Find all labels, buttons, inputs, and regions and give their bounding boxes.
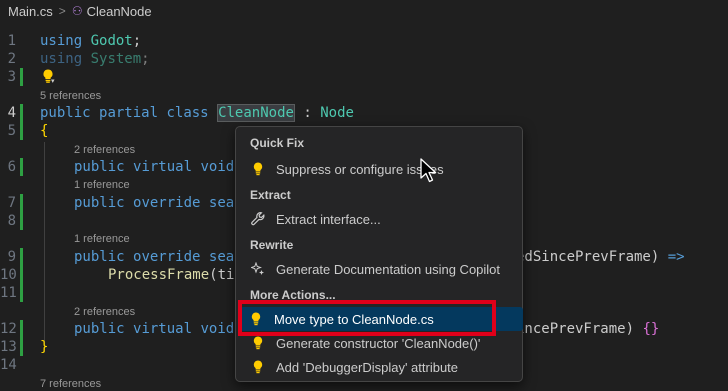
highlight-box [238, 300, 496, 336]
code-lens-references[interactable]: 7 references [40, 377, 101, 391]
open-brace: { [40, 123, 49, 139]
change-marker [20, 266, 23, 284]
base-type: Node [320, 105, 354, 121]
breadcrumb: Main.cs > ⚇ CleanNode [0, 0, 728, 22]
code-lens-references[interactable]: 2 references [74, 143, 135, 157]
class-name[interactable]: CleanNode [217, 104, 295, 122]
line-number: 11 [0, 285, 17, 301]
keyword: using [40, 51, 83, 67]
line-number: 14 [0, 357, 17, 373]
keyword: public [74, 195, 125, 211]
change-marker [20, 104, 23, 122]
code-lens-references[interactable]: 2 references [74, 305, 135, 319]
change-marker [20, 248, 23, 266]
semicolon: ; [132, 33, 142, 49]
sparkle-icon [250, 261, 266, 277]
code-lens-references[interactable]: 1 reference [74, 178, 130, 192]
line-number: 10 [0, 267, 17, 283]
breadcrumb-separator: > [58, 4, 66, 18]
keyword: sea [208, 195, 235, 211]
menu-item-suppress[interactable]: Suppress or configure issues [242, 157, 522, 181]
change-marker [20, 212, 23, 230]
mouse-cursor-icon [420, 158, 437, 183]
line-number: 13 [0, 339, 17, 355]
keyword: partial [99, 105, 159, 121]
keyword: public [40, 105, 91, 121]
namespace: Godot [90, 33, 133, 49]
line-number: 7 [7, 195, 16, 211]
lightbulb-icon [250, 161, 266, 177]
line-number: 8 [7, 213, 16, 229]
change-marker [20, 122, 23, 140]
keyword: public [74, 249, 125, 265]
code-lens-references[interactable]: 5 references [40, 89, 101, 103]
namespace: System [90, 51, 142, 67]
lightbulb-icon [250, 335, 266, 351]
lightbulb-icon[interactable]: ▾ [40, 68, 56, 84]
function-name: ProcessFrame [108, 267, 210, 283]
code-tail: edSincePrevFrame) [516, 249, 660, 265]
keyword: override [133, 249, 201, 265]
keyword: virtual [133, 321, 193, 337]
change-marker [20, 194, 23, 212]
menu-item-label: Generate constructor 'CleanNode()' [276, 335, 481, 351]
breadcrumb-symbol[interactable]: CleanNode [87, 4, 152, 19]
menu-item-label: Add 'DebuggerDisplay' attribute [276, 359, 459, 375]
line-number: 9 [7, 249, 16, 265]
line-number: 1 [7, 33, 16, 49]
section-extract: Extract [250, 188, 291, 202]
line-number: 6 [7, 159, 16, 175]
code-lens-references[interactable]: 1 reference [74, 232, 130, 246]
line-number: 4 [7, 105, 16, 121]
keyword: using [40, 33, 83, 49]
menu-item-extract-interface[interactable]: Extract interface... [242, 207, 522, 231]
code-tail: (ti [209, 267, 235, 283]
change-marker [20, 68, 23, 86]
keyword: void [200, 321, 235, 337]
menu-item-label: Generate Documentation using Copilot [276, 261, 501, 277]
change-marker [20, 284, 23, 302]
section-rewrite: Rewrite [250, 238, 294, 252]
keyword: public [74, 159, 125, 175]
close-brace: } [40, 339, 49, 355]
change-marker [20, 338, 23, 356]
line-number: 5 [7, 123, 16, 139]
keyword: sea [208, 249, 235, 265]
breadcrumb-file[interactable]: Main.cs [8, 4, 53, 19]
code-line-3[interactable]: 3 [0, 68, 728, 86]
line-number: 2 [7, 51, 16, 67]
code-line-1[interactable]: 1 using Godot; [0, 32, 728, 50]
code-line-4[interactable]: 4 public partial class CleanNode : Node [0, 104, 728, 122]
keyword: class [166, 105, 209, 121]
code-line-2[interactable]: 2 using System; [0, 50, 728, 68]
keyword: public [74, 321, 125, 337]
code-actions-menu: Quick Fix Suppress or configure issues E… [235, 126, 523, 382]
code-tail: incePrevFrame) [516, 321, 635, 337]
lightbulb-icon [250, 359, 266, 375]
class-symbol-icon: ⚇ [71, 4, 83, 18]
change-marker [20, 320, 23, 338]
keyword: override [133, 195, 201, 211]
semicolon: ; [141, 51, 150, 67]
menu-item-label: Suppress or configure issues [276, 161, 444, 177]
menu-item-debugger-display[interactable]: Add 'DebuggerDisplay' attribute [242, 355, 522, 379]
change-marker [20, 158, 23, 176]
keyword: virtual [133, 159, 193, 175]
menu-item-generate-docs[interactable]: Generate Documentation using Copilot [242, 257, 522, 281]
lambda-arrow: => [659, 249, 685, 265]
braces: {} [642, 321, 660, 337]
wrench-icon [250, 211, 266, 227]
section-quick-fix: Quick Fix [250, 136, 305, 150]
colon: : [294, 105, 321, 121]
svg-text:▾: ▾ [51, 78, 55, 84]
keyword: void [200, 159, 235, 175]
line-number: 3 [7, 69, 16, 85]
menu-item-label: Extract interface... [276, 211, 381, 227]
line-number: 12 [0, 321, 17, 337]
